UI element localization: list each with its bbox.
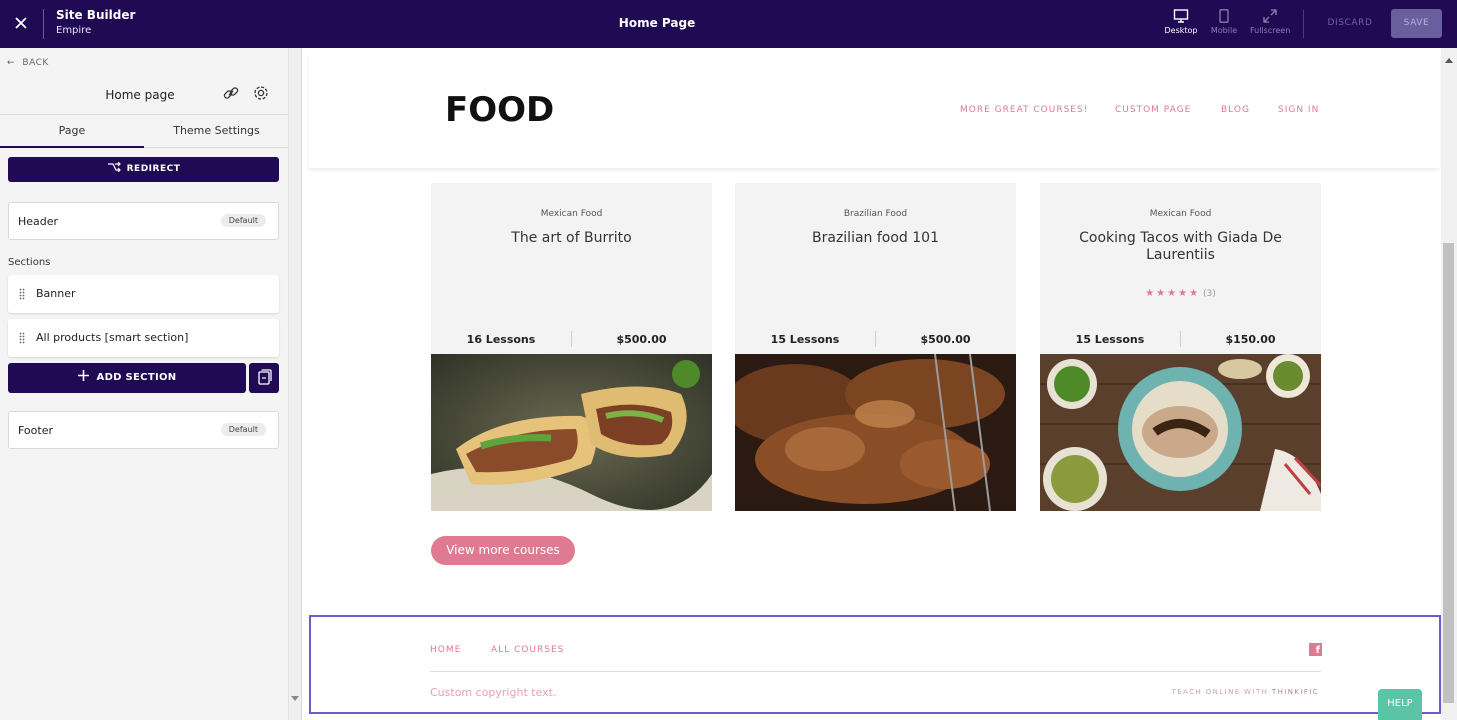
site-header[interactable]: FOOD MORE GREAT COURSES! CUSTOM PAGE BLO… bbox=[309, 54, 1440, 168]
desktop-icon bbox=[1173, 9, 1189, 23]
star-icon: ★ bbox=[1156, 288, 1168, 299]
powered-by[interactable]: TEACH ONLINE WITH THINKIFIC bbox=[1172, 688, 1319, 696]
powered-by-brand: THINKIFIC bbox=[1271, 688, 1319, 696]
course-price: $150.00 bbox=[1225, 333, 1276, 346]
footer-link-home[interactable]: HOME bbox=[430, 645, 461, 655]
course-image bbox=[735, 354, 1016, 511]
facebook-icon[interactable]: f bbox=[1309, 643, 1322, 656]
redirect-button[interactable]: REDIRECT bbox=[8, 157, 279, 182]
top-bar: Site Builder Empire Home Page Desktop Mo… bbox=[0, 0, 1457, 48]
add-section-label: ADD SECTION bbox=[96, 372, 177, 383]
preview-scrollbar-thumb[interactable] bbox=[1443, 243, 1454, 703]
course-card[interactable]: Mexican Food Cooking Tacos with Giada De… bbox=[1040, 183, 1321, 511]
drag-handle-icon[interactable] bbox=[19, 332, 25, 344]
rating-stars: ★★★★★ (3) bbox=[1040, 288, 1321, 299]
course-lessons: 15 Lessons bbox=[770, 333, 840, 346]
save-button[interactable]: SAVE bbox=[1391, 9, 1442, 38]
help-button[interactable]: HELP bbox=[1378, 689, 1422, 720]
discard-button[interactable]: DISCARD bbox=[1318, 9, 1382, 38]
tab-theme-settings[interactable]: Theme Settings bbox=[144, 115, 289, 148]
course-title[interactable]: The art of Burrito bbox=[451, 230, 692, 247]
section-item-label: All products [smart section] bbox=[36, 331, 189, 344]
view-fullscreen-label: Fullscreen bbox=[1250, 26, 1291, 35]
redirect-icon bbox=[107, 161, 121, 173]
star-icon: ★ bbox=[1178, 288, 1190, 299]
course-title[interactable]: Cooking Tacos with Giada De Laurentiis bbox=[1060, 230, 1301, 264]
footer-divider bbox=[430, 671, 1321, 672]
star-icon: ★ bbox=[1145, 288, 1157, 299]
course-price: $500.00 bbox=[920, 333, 971, 346]
drag-handle-icon[interactable] bbox=[19, 288, 25, 300]
sections-heading: Sections bbox=[8, 257, 51, 268]
course-lessons: 15 Lessons bbox=[1075, 333, 1145, 346]
nav-link[interactable]: SIGN IN bbox=[1278, 105, 1319, 115]
rating-count: (3) bbox=[1203, 289, 1216, 299]
course-card[interactable]: Brazilian Food Brazilian food 101 15 Les… bbox=[735, 183, 1016, 511]
gear-icon[interactable] bbox=[252, 84, 270, 106]
arrow-left-icon: ← bbox=[7, 58, 16, 68]
back-link[interactable]: ← BACK bbox=[7, 58, 49, 68]
footer-section-card[interactable]: Footer Default bbox=[8, 411, 279, 449]
course-title[interactable]: Brazilian food 101 bbox=[755, 230, 996, 247]
link-icon[interactable] bbox=[222, 84, 240, 106]
section-item-label: Banner bbox=[36, 287, 76, 300]
section-item-banner[interactable]: Banner bbox=[8, 275, 279, 313]
course-category: Mexican Food bbox=[1149, 209, 1212, 219]
site-logo[interactable]: FOOD bbox=[445, 90, 554, 130]
footer-link-all-courses[interactable]: ALL COURSES bbox=[491, 645, 564, 655]
nav-link[interactable]: MORE GREAT COURSES! bbox=[960, 105, 1088, 115]
course-category: Mexican Food bbox=[540, 209, 603, 219]
page-preview: FOOD MORE GREAT COURSES! CUSTOM PAGE BLO… bbox=[303, 48, 1441, 720]
tab-page[interactable]: Page bbox=[0, 115, 144, 148]
status-badge: Default bbox=[220, 423, 266, 436]
footer-section-label: Footer bbox=[18, 424, 53, 437]
copy-icon bbox=[258, 369, 272, 385]
site-footer[interactable]: HOME ALL COURSES f Custom copyright text… bbox=[309, 615, 1441, 714]
redirect-label: REDIRECT bbox=[126, 164, 181, 174]
page-title: Home Page bbox=[618, 16, 696, 30]
header-section-card[interactable]: Header Default bbox=[8, 202, 279, 240]
section-library-button[interactable] bbox=[249, 363, 279, 393]
nav-link[interactable]: BLOG bbox=[1221, 105, 1250, 115]
nav-link[interactable]: CUSTOM PAGE bbox=[1115, 105, 1191, 115]
view-mobile-label: Mobile bbox=[1210, 26, 1238, 35]
star-icon: ★ bbox=[1189, 288, 1201, 299]
view-more-courses-button[interactable]: View more courses bbox=[431, 536, 575, 565]
sidebar: ← BACK Home page Page Theme Settings RED… bbox=[0, 48, 289, 720]
scroll-up-arrow-icon[interactable] bbox=[1445, 58, 1453, 64]
star-icon: ★ bbox=[1167, 288, 1179, 299]
view-fullscreen-button[interactable]: Fullscreen bbox=[1250, 9, 1290, 35]
header-section-label: Header bbox=[18, 215, 59, 228]
plus-icon bbox=[77, 370, 89, 381]
sidebar-tabs: Page Theme Settings bbox=[0, 114, 289, 148]
section-item-all-products[interactable]: All products [smart section] bbox=[8, 319, 279, 357]
mobile-icon bbox=[1219, 9, 1229, 23]
sidebar-scrollbar[interactable] bbox=[289, 48, 302, 720]
topbar-divider bbox=[1303, 10, 1304, 38]
view-desktop-button[interactable]: Desktop bbox=[1161, 9, 1201, 35]
powered-by-prefix: TEACH ONLINE WITH bbox=[1171, 688, 1272, 696]
back-label: BACK bbox=[22, 58, 49, 68]
status-badge: Default bbox=[220, 214, 266, 227]
view-desktop-label: Desktop bbox=[1164, 26, 1198, 35]
course-lessons: 16 Lessons bbox=[466, 333, 536, 346]
course-image bbox=[1040, 354, 1321, 511]
fullscreen-icon bbox=[1263, 9, 1277, 23]
add-section-button[interactable]: ADD SECTION bbox=[8, 363, 246, 393]
course-card[interactable]: Mexican Food The art of Burrito 16 Lesso… bbox=[431, 183, 712, 511]
view-mobile-button[interactable]: Mobile bbox=[1204, 9, 1244, 35]
course-price: $500.00 bbox=[616, 333, 667, 346]
course-image bbox=[431, 354, 712, 511]
scroll-down-arrow-icon[interactable] bbox=[291, 696, 299, 702]
footer-copyright: Custom copyright text. bbox=[430, 686, 557, 699]
course-category: Brazilian Food bbox=[843, 209, 908, 219]
